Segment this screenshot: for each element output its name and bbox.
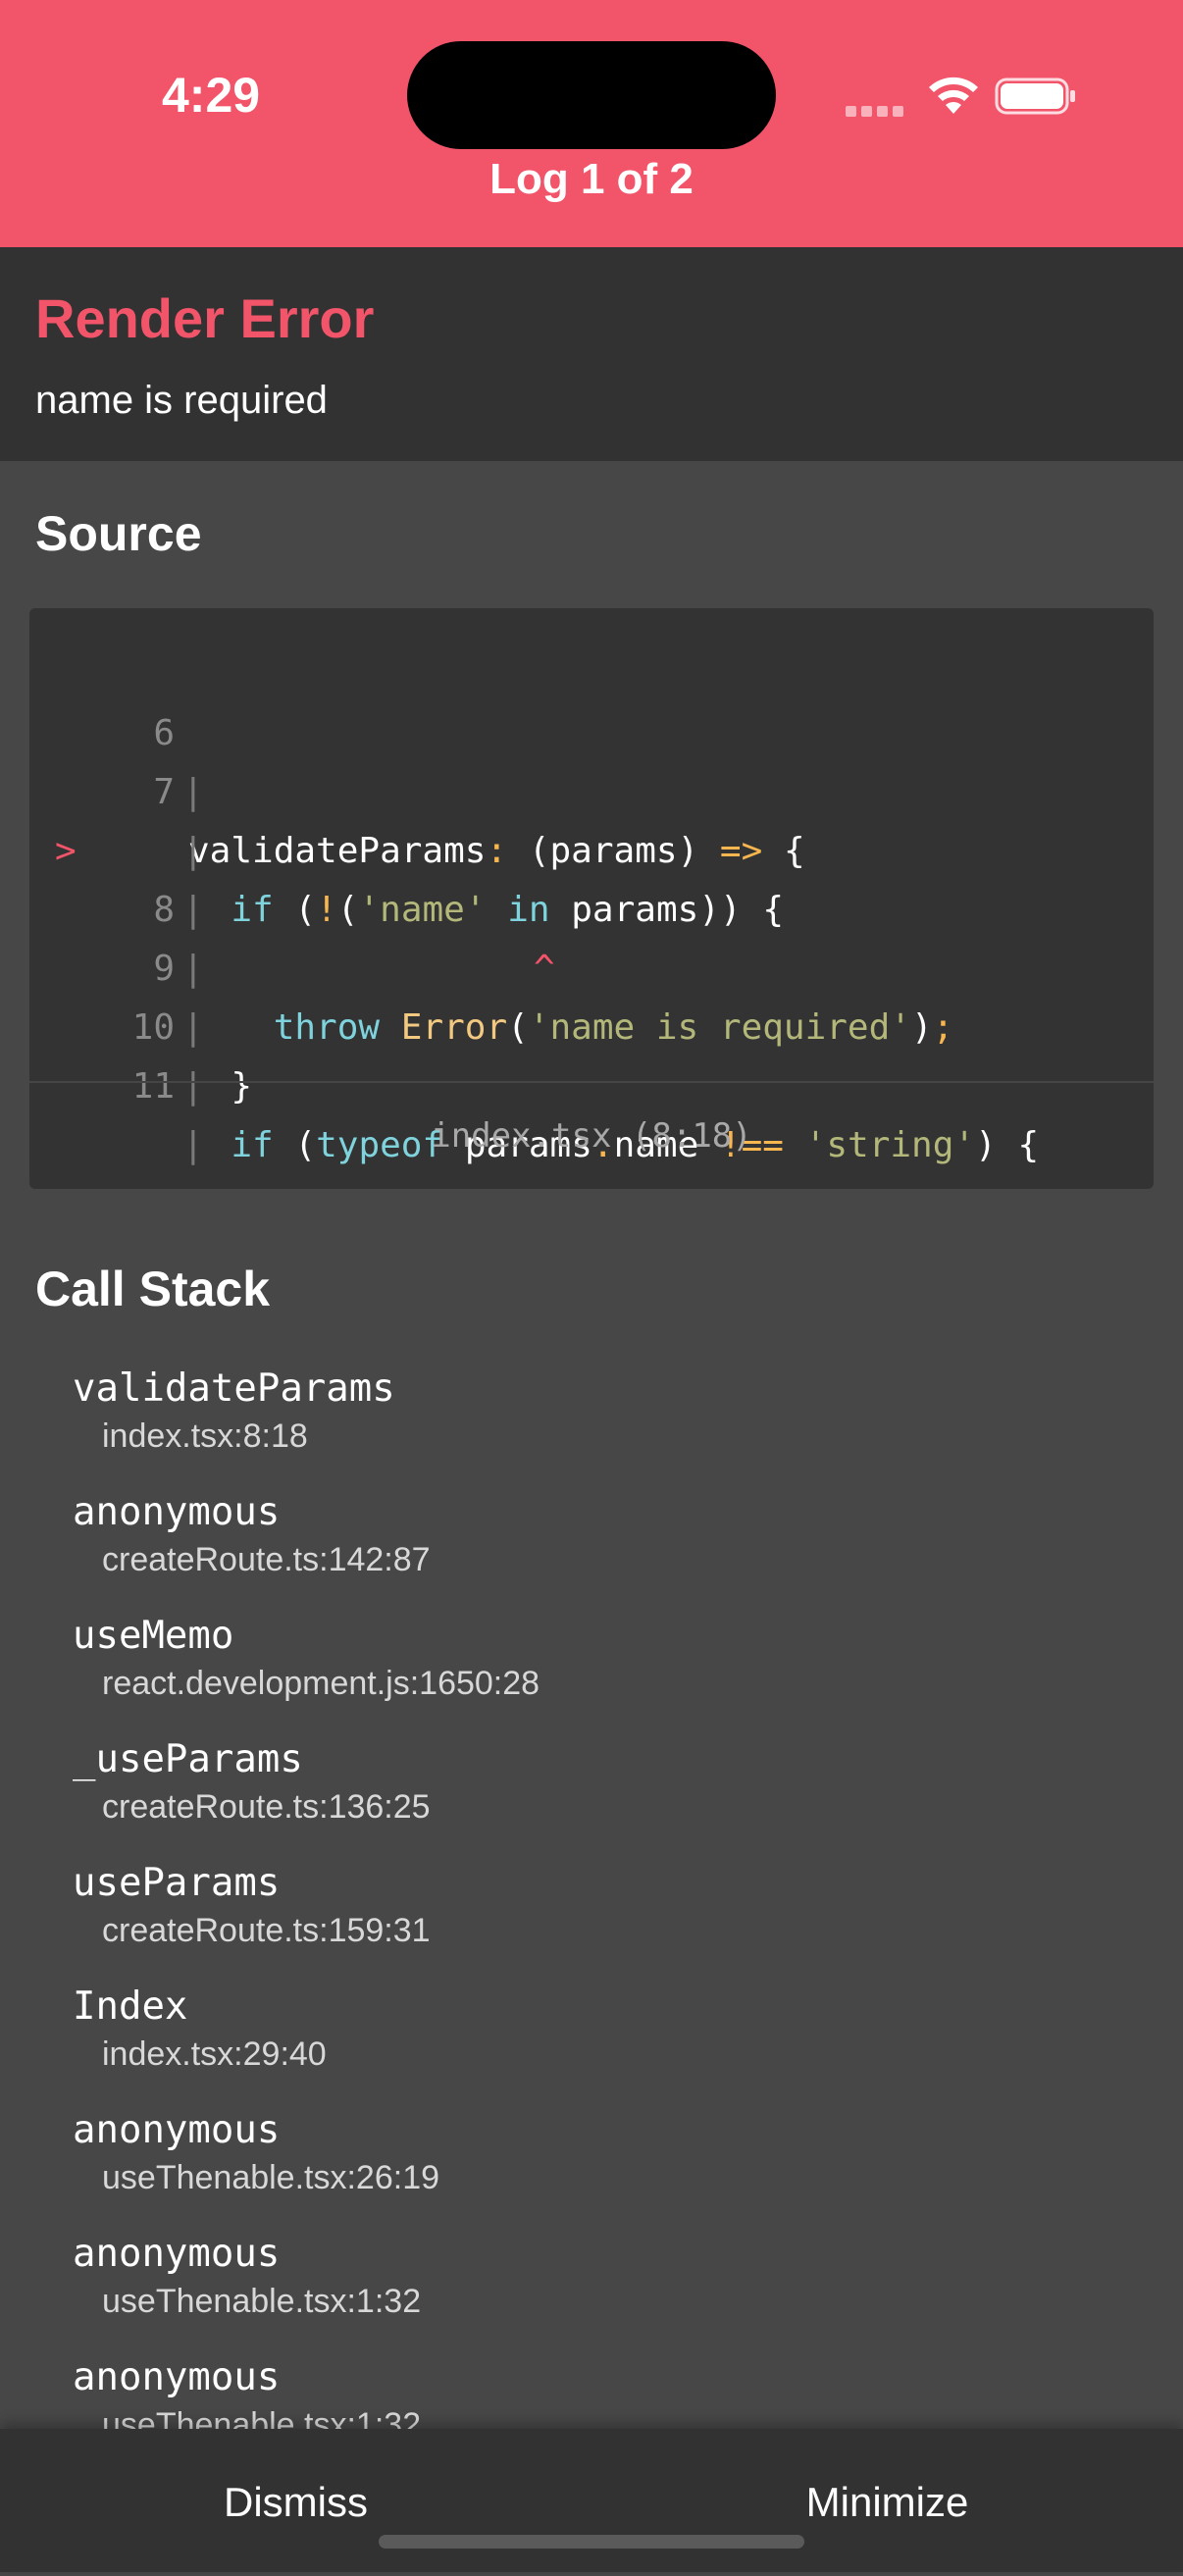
- status-icons: [846, 71, 1081, 120]
- code-line-highlighted: > 8 | throw Error('name is required');: [29, 763, 1154, 1048]
- stack-frame[interactable]: _useParams createRoute.ts:136:25: [73, 1734, 431, 1829]
- stack-frame[interactable]: validateParams index.tsx:8:18: [73, 1364, 395, 1458]
- status-time: 4:29: [162, 68, 261, 123]
- stack-frame-function: anonymous: [73, 2108, 281, 2152]
- code-line: 6 | validateParams: (params) => {: [29, 645, 1154, 871]
- battery-icon: [995, 77, 1075, 115]
- stack-frame-function: anonymous: [73, 2355, 281, 2399]
- source-location[interactable]: index.tsx (8:18): [29, 1081, 1154, 1189]
- cellular-signal-icon: [846, 104, 908, 122]
- stack-frame[interactable]: Index index.tsx:29:40: [73, 1982, 327, 2076]
- code-line: 7 | if (!('name' in params)) {: [29, 704, 1154, 930]
- stack-frame-function: validateParams: [73, 1366, 395, 1411]
- home-indicator: [379, 2535, 804, 2549]
- source-code-frame[interactable]: 6 | validateParams: (params) => { 7 | if…: [29, 608, 1154, 1189]
- stack-frame-function: Index: [73, 1984, 188, 2029]
- call-stack-list: validateParams index.tsx:8:18 anonymous …: [0, 1364, 1183, 2433]
- stack-frame-function: useParams: [73, 1861, 281, 1905]
- error-message: name is required: [35, 379, 328, 422]
- stack-frame-location: index.tsx:8:18: [102, 1417, 308, 1455]
- error-title: Render Error: [35, 287, 375, 349]
- header-bar: 4:29 Log 1 of 2: [0, 0, 1183, 247]
- stack-frame-location: react.development.js:1650:28: [102, 1665, 540, 1702]
- code-lines: 6 | validateParams: (params) => { 7 | if…: [29, 645, 1154, 1189]
- dismiss-button[interactable]: Dismiss: [0, 2429, 592, 2572]
- stack-frame[interactable]: anonymous createRoute.ts:142:87: [73, 1487, 431, 1581]
- source-section-title: Source: [35, 506, 202, 561]
- stack-frame-location: useThenable.tsx:1:32: [102, 2283, 422, 2320]
- error-summary: Render Error name is required: [0, 247, 1183, 461]
- code-line: 11 | throw Error('name must be a string'…: [29, 999, 1154, 1189]
- stack-frame-function: anonymous: [73, 2232, 281, 2276]
- footer-bar: Dismiss Minimize: [0, 2429, 1183, 2572]
- stack-frame[interactable]: useParams createRoute.ts:159:31: [73, 1858, 431, 1952]
- stack-frame-function: useMemo: [73, 1614, 234, 1658]
- wifi-icon: [929, 77, 978, 114]
- stack-frame-function: anonymous: [73, 1490, 281, 1534]
- log-counter-title: Log 1 of 2: [489, 155, 694, 203]
- code-line: 9 | }: [29, 881, 1154, 1107]
- code-line-caret: | ^: [29, 822, 1154, 989]
- stack-frame-location: index.tsx:29:40: [102, 2035, 327, 2073]
- stack-frame-function: _useParams: [73, 1737, 303, 1781]
- minimize-button[interactable]: Minimize: [592, 2429, 1183, 2572]
- dynamic-island: [407, 41, 776, 149]
- stack-frame-location: createRoute.ts:136:25: [102, 1788, 431, 1826]
- stack-frame-location: createRoute.ts:159:31: [102, 1912, 431, 1949]
- code-line: 10 | if (typeof params.name !== 'string'…: [29, 940, 1154, 1165]
- stack-frame-location: createRoute.ts:142:87: [102, 1541, 431, 1578]
- stack-frame[interactable]: useMemo react.development.js:1650:28: [73, 1611, 540, 1705]
- stack-frame[interactable]: anonymous useThenable.tsx:26:19: [73, 2105, 439, 2199]
- call-stack-section-title: Call Stack: [35, 1262, 271, 1316]
- stack-frame[interactable]: anonymous useThenable.tsx:1:32: [73, 2352, 421, 2433]
- stack-frame[interactable]: anonymous useThenable.tsx:1:32: [73, 2229, 421, 2323]
- stack-frame-location: useThenable.tsx:26:19: [102, 2159, 440, 2196]
